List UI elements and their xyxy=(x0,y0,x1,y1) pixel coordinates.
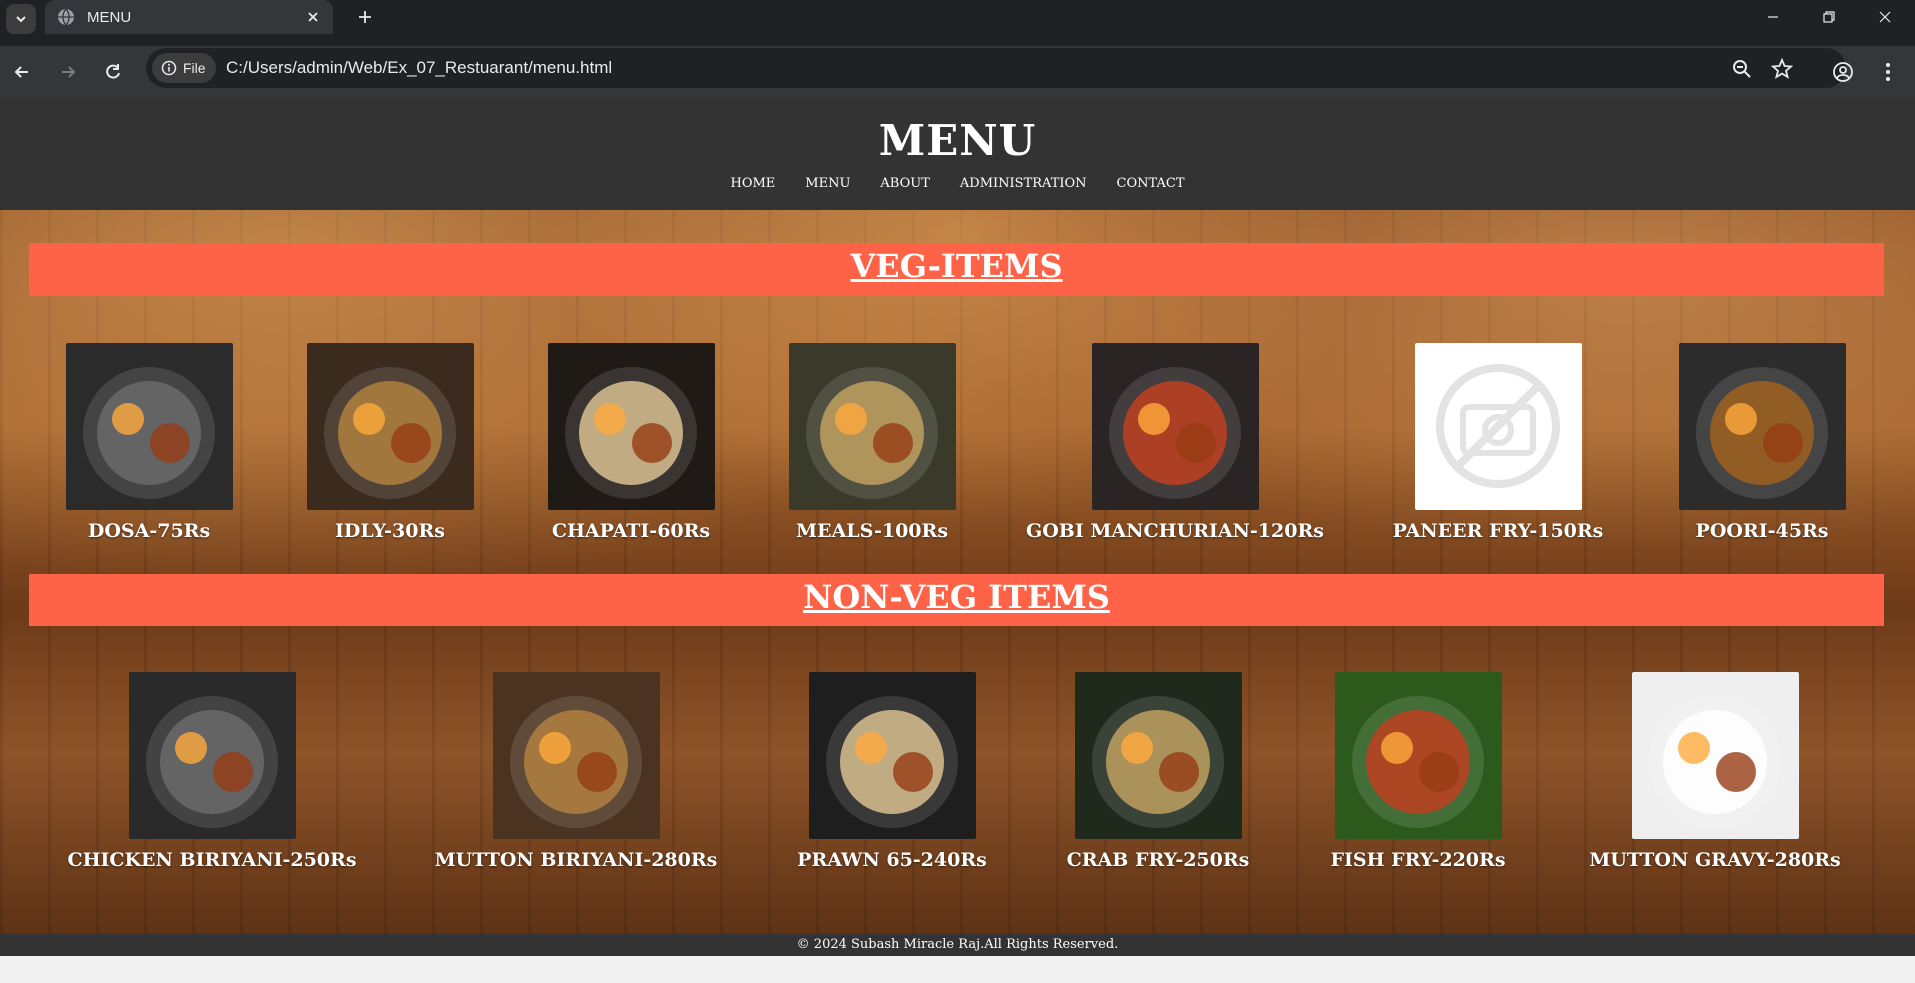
zoom-icon[interactable] xyxy=(1731,58,1753,80)
forward-arrow-icon xyxy=(62,66,76,78)
forward-button[interactable] xyxy=(52,56,84,88)
profile-button[interactable] xyxy=(1827,56,1859,88)
chevron-down-icon xyxy=(16,16,26,23)
nonveg-item-label: CHICKEN BIRIYANI-250Rs xyxy=(67,849,357,871)
browser-tab[interactable]: MENU xyxy=(45,0,333,34)
minimize-button[interactable] xyxy=(1745,0,1801,34)
nonveg-items-banner: NON-VEG ITEMS xyxy=(29,574,1884,626)
close-icon xyxy=(1879,11,1891,23)
url-text[interactable]: C:/Users/admin/Web/Ex_07_Restuarant/menu… xyxy=(226,58,612,78)
fish-fry-photo xyxy=(1334,672,1502,839)
veg-items-heading: VEG-ITEMS xyxy=(850,247,1063,285)
nonveg-item-label: MUTTON GRAVY-280Rs xyxy=(1589,849,1841,871)
site-info-label: File xyxy=(183,60,206,76)
meals-photo xyxy=(788,343,956,510)
veg-item-label: GOBI MANCHURIAN-120Rs xyxy=(1026,520,1324,542)
nonveg-menu-item: CHICKEN BIRIYANI-250Rs xyxy=(62,672,362,871)
veg-menu-item: GOBI MANCHURIAN-120Rs xyxy=(1025,343,1325,542)
nav-menu-link[interactable]: MENU xyxy=(805,176,850,191)
nonveg-item-label: CRAB FRY-250Rs xyxy=(1066,849,1250,871)
nonveg-item-label: FISH FRY-220Rs xyxy=(1330,849,1506,871)
bookmark-star-icon[interactable] xyxy=(1771,58,1793,80)
minimize-icon xyxy=(1768,16,1778,18)
chapati-photo xyxy=(547,343,715,510)
page-viewport: MENU HOME MENU ABOUT ADMINISTRATION CONT… xyxy=(0,98,1915,956)
nonveg-menu-item: CRAB FRY-250Rs xyxy=(1008,672,1308,871)
site-header: MENU HOME MENU ABOUT ADMINISTRATION CONT… xyxy=(0,98,1915,210)
nonveg-menu-item: FISH FRY-220Rs xyxy=(1268,672,1568,871)
nav-administration-link[interactable]: ADMINISTRATION xyxy=(960,176,1087,191)
veg-item-label: PANEER FRY-150Rs xyxy=(1392,520,1604,542)
tab-title: MENU xyxy=(87,8,132,26)
veg-item-label: MEALS-100Rs xyxy=(795,520,949,542)
veg-menu-item: POORI-45Rs xyxy=(1612,343,1912,542)
info-icon xyxy=(161,60,177,76)
nonveg-menu-item: MUTTON GRAVY-280Rs xyxy=(1565,672,1865,871)
nonveg-item-label: MUTTON BIRIYANI-280Rs xyxy=(434,849,718,871)
crab-fry-photo xyxy=(1074,672,1242,839)
veg-menu-item: PANEER FRY-150Rs xyxy=(1348,343,1648,542)
address-bar[interactable]: File C:/Users/admin/Web/Ex_07_Restuarant… xyxy=(146,48,1846,88)
poori-photo xyxy=(1678,343,1846,510)
nav-about-link[interactable]: ABOUT xyxy=(880,176,929,191)
nonveg-menu-item: MUTTON BIRIYANI-280Rs xyxy=(426,672,726,871)
restore-icon xyxy=(1823,11,1835,23)
more-vertical-icon xyxy=(1886,63,1890,81)
prawn-65-photo xyxy=(808,672,976,839)
broken-image-placeholder xyxy=(1414,343,1582,510)
nonveg-items-heading: NON-VEG ITEMS xyxy=(803,578,1110,616)
browser-tab-bar: MENU xyxy=(0,0,1915,46)
site-info-chip[interactable]: File xyxy=(152,53,216,83)
gobi-manchurian-photo xyxy=(1091,343,1259,510)
restore-button[interactable] xyxy=(1801,0,1857,34)
profile-icon xyxy=(1833,62,1853,82)
chicken-biriyani-photo xyxy=(128,672,296,839)
tab-search-button[interactable] xyxy=(6,4,36,34)
dosa-photo xyxy=(65,343,233,510)
reload-icon xyxy=(106,64,120,79)
nonveg-item-label: PRAWN 65-240Rs xyxy=(797,849,987,871)
plus-icon xyxy=(359,11,371,23)
page-title: MENU xyxy=(878,116,1037,165)
page-footer: © 2024 Subash Miracle Raj.All Rights Res… xyxy=(0,934,1915,956)
veg-menu-item: MEALS-100Rs xyxy=(722,343,1022,542)
nav-contact-link[interactable]: CONTACT xyxy=(1117,176,1185,191)
close-window-button[interactable] xyxy=(1857,0,1913,34)
veg-items-banner: VEG-ITEMS xyxy=(29,243,1884,296)
back-button[interactable] xyxy=(6,56,38,88)
globe-icon xyxy=(58,8,74,26)
close-tab-icon[interactable] xyxy=(305,9,321,25)
back-arrow-icon xyxy=(14,66,28,78)
veg-item-label: POORI-45Rs xyxy=(1695,520,1829,542)
idly-photo xyxy=(306,343,474,510)
browser-menu-button[interactable] xyxy=(1872,56,1904,88)
mutton-gravy-photo xyxy=(1631,672,1799,839)
browser-toolbar: File C:/Users/admin/Web/Ex_07_Restuarant… xyxy=(0,46,1915,98)
new-tab-button[interactable] xyxy=(350,2,380,32)
mutton-biriyani-photo xyxy=(492,672,660,839)
nav-home-link[interactable]: HOME xyxy=(730,176,775,191)
main-nav: HOME MENU ABOUT ADMINISTRATION CONTACT xyxy=(0,176,1915,191)
nonveg-menu-item: PRAWN 65-240Rs xyxy=(742,672,1042,871)
reload-button[interactable] xyxy=(97,56,129,88)
